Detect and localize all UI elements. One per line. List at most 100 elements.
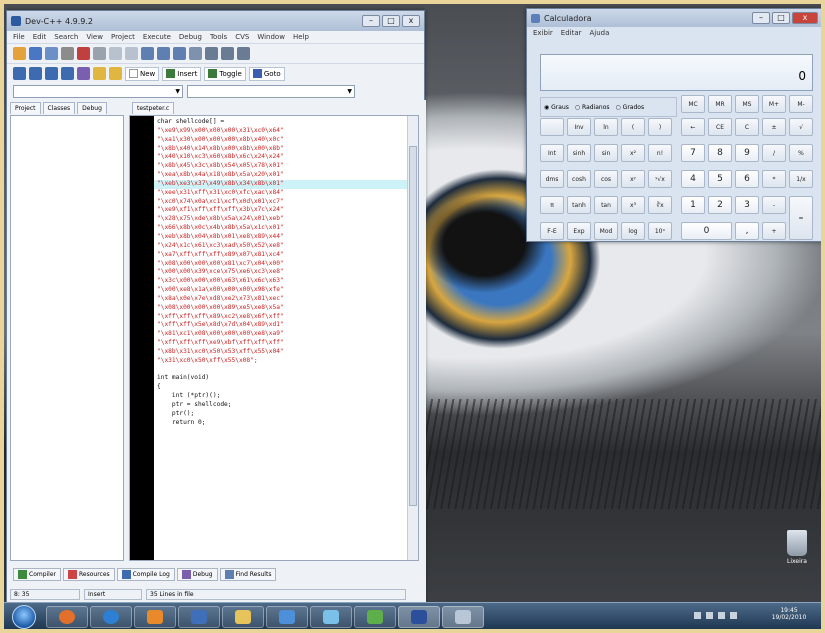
taskbar-explorer[interactable] xyxy=(222,606,264,628)
calc-key-0[interactable]: 0 xyxy=(681,222,732,240)
calc-key-r2c4[interactable]: ʸ√x xyxy=(648,170,672,188)
tray-network-icon[interactable] xyxy=(706,612,713,619)
editor-scrollbar[interactable] xyxy=(407,116,418,560)
calc-mem-3[interactable]: M+ xyxy=(762,95,786,113)
class-select[interactable]: ▼ xyxy=(13,85,183,98)
goto-button[interactable]: Goto xyxy=(248,66,285,81)
taskbar-calculator[interactable] xyxy=(442,606,484,628)
toggle-button[interactable]: Toggle xyxy=(204,66,246,81)
tab-testpeter[interactable]: testpeter.c xyxy=(132,102,175,114)
menu-search[interactable]: Search xyxy=(54,33,78,41)
calc-key-r1c2[interactable]: sin xyxy=(594,144,618,162)
devcpp-titlebar[interactable]: Dev-C++ 4.9.9.2 – □ x xyxy=(7,11,424,31)
calc-key-r1c6[interactable]: 8 xyxy=(708,144,732,162)
open-project-icon[interactable] xyxy=(13,47,26,60)
calc-key-r3c6[interactable]: 2 xyxy=(708,196,732,214)
save-all-icon[interactable] xyxy=(61,47,74,60)
taskbar-app7[interactable] xyxy=(310,606,352,628)
taskbar-firefox[interactable] xyxy=(46,606,88,628)
calc-key-r1c7[interactable]: 9 xyxy=(735,144,759,162)
calc-key-r1c8[interactable]: / xyxy=(762,144,786,162)
calc-key-r0c5[interactable]: ← xyxy=(681,118,705,136)
close-file-icon[interactable] xyxy=(77,47,90,60)
start-button[interactable] xyxy=(12,605,36,629)
find-next-icon[interactable] xyxy=(173,47,186,60)
about-icon[interactable] xyxy=(109,67,122,80)
calc-key-r0c6[interactable]: CE xyxy=(708,118,732,136)
radio-radians[interactable]: ○ Radianos xyxy=(575,104,610,111)
menu-file[interactable]: File xyxy=(13,33,25,41)
calc-key-r0c3[interactable]: ( xyxy=(621,118,645,136)
calc-key-r1c4[interactable]: n! xyxy=(648,144,672,162)
calc-key-r4c8[interactable]: + xyxy=(762,222,786,240)
taskbar-app8[interactable] xyxy=(354,606,396,628)
calc-key-r0c2[interactable]: ln xyxy=(594,118,618,136)
calc-key-r3c0[interactable]: π xyxy=(540,196,564,214)
calc-key-r0c0[interactable] xyxy=(540,118,564,136)
run-icon[interactable] xyxy=(29,67,42,80)
calc-mem-0[interactable]: MC xyxy=(681,95,705,113)
tab-resources[interactable]: Resources xyxy=(63,568,115,581)
calc-key-r2c0[interactable]: dms xyxy=(540,170,564,188)
check-icon[interactable] xyxy=(77,67,90,80)
calc-key-r2c2[interactable]: cos xyxy=(594,170,618,188)
tray-flag-icon[interactable] xyxy=(694,612,701,619)
calc-key-r1c0[interactable]: Int xyxy=(540,144,564,162)
close-button[interactable]: x xyxy=(402,15,420,27)
calc-key-r0c7[interactable]: C xyxy=(735,118,759,136)
menu-help[interactable]: Help xyxy=(293,33,309,41)
calc-key-r4c4[interactable]: 10ˣ xyxy=(648,222,672,240)
radio-degrees[interactable]: ◉ Graus xyxy=(544,104,569,111)
taskbar-app6[interactable] xyxy=(266,606,308,628)
code-editor[interactable]: char shellcode[] = "\xe9\x99\x00\x00\x00\… xyxy=(129,115,419,561)
calc-key-r0c4[interactable]: ) xyxy=(648,118,672,136)
new-button[interactable]: New xyxy=(125,66,160,81)
calc-key-r2c8[interactable]: * xyxy=(762,170,786,188)
radio-grads[interactable]: ○ Grados xyxy=(616,104,645,111)
calc-equals-button[interactable]: = xyxy=(789,196,813,240)
calc-key-r3c2[interactable]: tan xyxy=(594,196,618,214)
calc-key-r1c3[interactable]: x² xyxy=(621,144,645,162)
calc-key-r2c5[interactable]: 4 xyxy=(681,170,705,188)
tray-power-icon[interactable] xyxy=(730,612,737,619)
help-icon[interactable] xyxy=(93,67,106,80)
menu-window[interactable]: Window xyxy=(257,33,285,41)
recycle-bin[interactable]: Lixeira xyxy=(777,530,817,565)
calc-key-r1c5[interactable]: 7 xyxy=(681,144,705,162)
forward-icon[interactable] xyxy=(221,47,234,60)
insert-button[interactable]: Insert xyxy=(162,66,202,81)
tab-debug[interactable]: Debug xyxy=(77,102,107,114)
tab-project[interactable]: Project xyxy=(10,102,41,114)
calc-key-r0c9[interactable]: √ xyxy=(789,118,813,136)
calc-key-r3c1[interactable]: tanh xyxy=(567,196,591,214)
scrollbar-thumb[interactable] xyxy=(409,146,417,506)
taskbar-app3[interactable] xyxy=(134,606,176,628)
calc-close-button[interactable]: x xyxy=(792,12,818,24)
find-icon[interactable] xyxy=(141,47,154,60)
calc-mem-1[interactable]: MR xyxy=(708,95,732,113)
calc-key-r0c8[interactable]: ± xyxy=(762,118,786,136)
tab-compiler[interactable]: Compiler xyxy=(13,568,62,581)
print-icon[interactable] xyxy=(93,47,106,60)
calc-key-r3c3[interactable]: x³ xyxy=(621,196,645,214)
undo-icon[interactable] xyxy=(109,47,122,60)
menu-cvs[interactable]: CVS xyxy=(235,33,249,41)
calc-titlebar[interactable]: Calculadora – □ x xyxy=(527,9,821,27)
compile-icon[interactable] xyxy=(13,67,26,80)
save-icon[interactable] xyxy=(45,47,58,60)
goto-line-icon[interactable] xyxy=(189,47,202,60)
calc-maximize-button[interactable]: □ xyxy=(772,12,790,24)
calc-key-r4c3[interactable]: log xyxy=(621,222,645,240)
calc-menu-help[interactable]: Ajuda xyxy=(590,29,610,37)
bookmark-icon[interactable] xyxy=(237,47,250,60)
calc-key-r4c7[interactable]: , xyxy=(735,222,759,240)
compile-run-icon[interactable] xyxy=(45,67,58,80)
calc-key-r2c3[interactable]: xʸ xyxy=(621,170,645,188)
menu-execute[interactable]: Execute xyxy=(143,33,171,41)
calc-key-r0c1[interactable]: Inv xyxy=(567,118,591,136)
taskbar-app4[interactable] xyxy=(178,606,220,628)
calc-key-r2c6[interactable]: 5 xyxy=(708,170,732,188)
calc-key-r3c5[interactable]: 1 xyxy=(681,196,705,214)
calc-menu-edit[interactable]: Editar xyxy=(561,29,582,37)
calc-key-r2c9[interactable]: 1/x xyxy=(789,170,813,188)
